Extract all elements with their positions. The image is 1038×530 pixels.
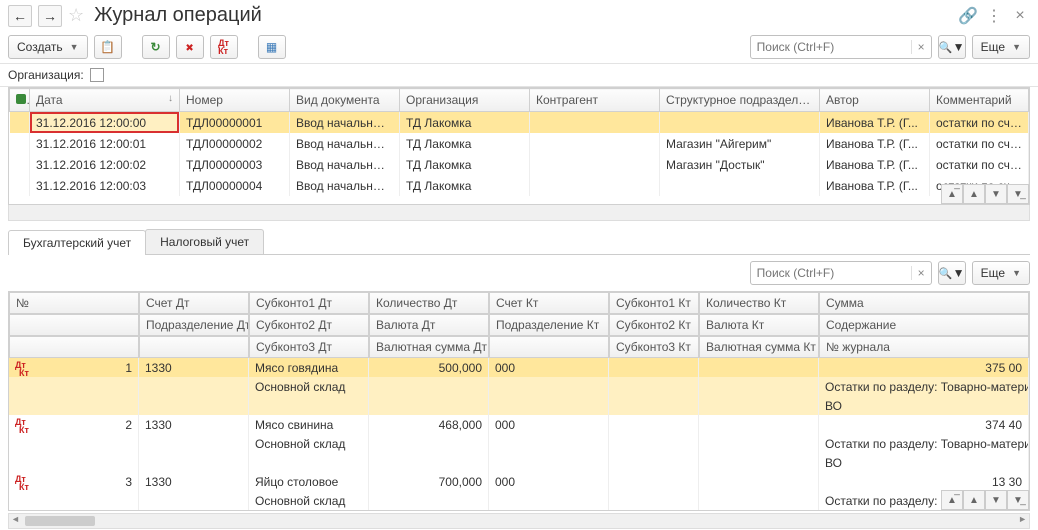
column-header[interactable]: [489, 336, 609, 358]
posting-row[interactable]: ДтКт 21330Мясо свинина468,000000374 40: [9, 415, 1029, 434]
more-button[interactable]: Еще▼: [972, 35, 1030, 59]
column-header[interactable]: №: [9, 292, 139, 314]
posting-row[interactable]: ДтКт 11330Мясо говядина500,000000375 00: [9, 358, 1029, 377]
back-button[interactable]: ←: [8, 5, 32, 27]
dtkt-icon: ДтКт: [15, 475, 26, 491]
tab-accounting[interactable]: Бухгалтерский учет: [8, 230, 146, 255]
posting-row[interactable]: Основной складОстатки по разделу: Товарн…: [9, 491, 1029, 510]
new-doc-icon: [100, 40, 115, 54]
dtkt-icon: ДтКт: [15, 361, 26, 377]
structure-button[interactable]: [258, 35, 286, 59]
posting-row[interactable]: ДтКт 31330Яйцо столовое700,00000013 30: [9, 472, 1029, 491]
forward-button[interactable]: →: [38, 5, 62, 27]
delete-icon: [185, 40, 193, 54]
tab-tax[interactable]: Налоговый учет: [145, 229, 264, 254]
favorite-icon[interactable]: ☆: [68, 5, 84, 26]
column-header[interactable]: Субконто3 Дт: [249, 336, 369, 358]
column-header[interactable]: [10, 89, 30, 112]
sub-page-up-button[interactable]: ▲: [963, 490, 985, 510]
sub-search-clear-button[interactable]: ×: [911, 266, 931, 280]
sub-search-input[interactable]: [751, 266, 911, 280]
column-header[interactable]: Количество Дт: [369, 292, 489, 314]
table-row[interactable]: 31.12.2016 12:00:01ТДЛ00000002Ввод начал…: [10, 133, 1029, 154]
column-header[interactable]: [9, 336, 139, 358]
column-header[interactable]: Субконто2 Кт: [609, 314, 699, 336]
column-header[interactable]: Субконто1 Дт: [249, 292, 369, 314]
org-label: Организация:: [8, 68, 84, 82]
column-header[interactable]: Количество Кт: [699, 292, 819, 314]
column-header[interactable]: Валютная сумма Кт: [699, 336, 819, 358]
column-header[interactable]: Содержание: [819, 314, 1029, 336]
horizontal-scrollbar[interactable]: [8, 513, 1030, 529]
postings-table[interactable]: №Счет ДтСубконто1 ДтКоличество ДтСчет Кт…: [8, 291, 1030, 511]
sub-page-down-button[interactable]: ▼: [985, 490, 1007, 510]
column-header[interactable]: Счет Кт: [489, 292, 609, 314]
posting-row[interactable]: ВО: [9, 396, 1029, 415]
column-header[interactable]: Подразделение Дт: [139, 314, 249, 336]
table-row[interactable]: 31.12.2016 12:00:02ТДЛ00000003Ввод начал…: [10, 154, 1029, 175]
org-checkbox[interactable]: [90, 68, 104, 82]
more-menu-icon[interactable]: ⋮: [984, 6, 1004, 26]
column-header[interactable]: Дата↓: [30, 89, 180, 112]
table-row[interactable]: 31.12.2016 12:00:03ТДЛ00000004Ввод начал…: [10, 175, 1029, 196]
search-icon: [939, 266, 953, 280]
column-header[interactable]: Автор: [820, 89, 930, 112]
structure-icon: [266, 40, 277, 54]
column-header[interactable]: Валюта Кт: [699, 314, 819, 336]
sub-page-last-button[interactable]: ▼̲: [1007, 490, 1029, 510]
close-icon[interactable]: ×: [1010, 6, 1030, 26]
column-header[interactable]: [9, 314, 139, 336]
posting-row[interactable]: Основной складОстатки по разделу: Товарн…: [9, 434, 1029, 453]
sub-search-button[interactable]: ▼: [938, 261, 966, 285]
create-button[interactable]: Создать▼: [8, 35, 88, 59]
page-title: Журнал операций: [94, 4, 952, 27]
column-header[interactable]: Субконто1 Кт: [609, 292, 699, 314]
page-last-button[interactable]: ▼̲: [1007, 184, 1029, 204]
delete-button[interactable]: [176, 35, 204, 59]
sub-page-first-button[interactable]: ▲̅: [941, 490, 963, 510]
column-header[interactable]: Сумма: [819, 292, 1029, 314]
dtkt-icon: ДтКт: [15, 418, 26, 434]
dtkt-icon: ДтКт: [218, 39, 229, 55]
search-input[interactable]: [751, 40, 911, 54]
search-clear-button[interactable]: ×: [911, 40, 931, 54]
posting-row[interactable]: Основной складОстатки по разделу: Товарн…: [9, 377, 1029, 396]
posting-row[interactable]: ВО: [9, 453, 1029, 472]
sub-more-button[interactable]: Еще▼: [972, 261, 1030, 285]
search-button[interactable]: ▼: [938, 35, 966, 59]
page-first-button[interactable]: ▲̅: [941, 184, 963, 204]
column-header[interactable]: Номер: [180, 89, 290, 112]
column-header[interactable]: Комментарий: [930, 89, 1029, 112]
column-header[interactable]: Субконто3 Кт: [609, 336, 699, 358]
column-header[interactable]: Вид документа: [290, 89, 400, 112]
column-header[interactable]: Контрагент: [530, 89, 660, 112]
page-down-button[interactable]: ▼: [985, 184, 1007, 204]
column-header[interactable]: Субконто2 Дт: [249, 314, 369, 336]
search-icon: [939, 40, 953, 54]
column-header[interactable]: [139, 336, 249, 358]
table-row[interactable]: 31.12.2016 12:00:00ТДЛ00000001Ввод начал…: [10, 112, 1029, 134]
column-header[interactable]: № журнала: [819, 336, 1029, 358]
dtkt-button[interactable]: ДтКт: [210, 35, 238, 59]
column-header[interactable]: Подразделение Кт: [489, 314, 609, 336]
top-horizontal-scrollbar[interactable]: [8, 205, 1030, 221]
column-header[interactable]: Структурное подразделение: [660, 89, 820, 112]
column-header[interactable]: Счет Дт: [139, 292, 249, 314]
refresh-icon: [151, 40, 161, 54]
operations-table[interactable]: Дата↓НомерВид документаОрганизацияКонтра…: [9, 88, 1029, 196]
link-icon[interactable]: 🔗: [958, 6, 978, 26]
column-header[interactable]: Валютная сумма Дт: [369, 336, 489, 358]
copy-doc-button[interactable]: [94, 35, 122, 59]
refresh-button[interactable]: [142, 35, 170, 59]
column-header[interactable]: Организация: [400, 89, 530, 112]
column-header[interactable]: Валюта Дт: [369, 314, 489, 336]
page-up-button[interactable]: ▲: [963, 184, 985, 204]
